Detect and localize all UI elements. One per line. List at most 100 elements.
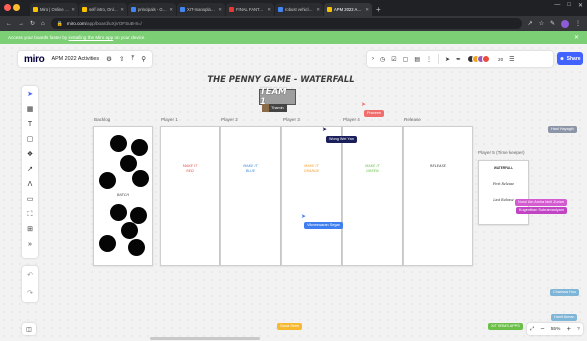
cursor-icon[interactable]: ➤ bbox=[445, 56, 450, 63]
browser-tab[interactable]: principals - Google Search✕ bbox=[128, 3, 176, 16]
close-tab-icon[interactable]: ✕ bbox=[71, 7, 75, 13]
shapes-icon[interactable]: ❖ bbox=[27, 150, 33, 159]
close-icon[interactable]: ✕ bbox=[574, 34, 579, 41]
user-avatar bbox=[262, 104, 269, 112]
notes-icon[interactable]: ▤ bbox=[414, 56, 420, 63]
penny-coin[interactable] bbox=[110, 135, 127, 152]
team-label[interactable]: TEAM 1 bbox=[259, 87, 296, 107]
close-tab-icon[interactable]: ✕ bbox=[267, 7, 271, 13]
browser-tab[interactable]: FINAL FANTASY VII Re...✕ bbox=[226, 3, 274, 16]
help-icon[interactable]: ? bbox=[577, 327, 580, 332]
zoom-in-button[interactable]: + bbox=[567, 326, 571, 333]
share-icon[interactable]: ↗ bbox=[528, 20, 533, 27]
url-input[interactable]: 🔒 miro.com/app/board/uXjVOFSuB-8=/ bbox=[50, 18, 522, 29]
comment-icon[interactable]: ▭ bbox=[27, 195, 34, 204]
player-4-panel[interactable]: MAKE IT GREEN bbox=[342, 126, 403, 266]
collaborator-count[interactable]: 20 bbox=[498, 57, 503, 62]
penny-coin[interactable] bbox=[132, 170, 149, 187]
browser-tab-strip: Miro | Online Whiteboard✕self intro, Onl… bbox=[0, 0, 587, 16]
player-2-panel[interactable]: MAKE IT BLUE bbox=[220, 126, 281, 266]
browser-tab[interactable]: Miro | Online Whiteboard✕ bbox=[30, 3, 78, 16]
collaborator-avatars[interactable] bbox=[467, 55, 491, 63]
close-window-icon[interactable]: ✕ bbox=[578, 2, 583, 9]
text-tool-icon[interactable]: T bbox=[28, 120, 32, 129]
close-tab-icon[interactable]: ✕ bbox=[169, 7, 173, 13]
more-icon[interactable]: ⋮ bbox=[426, 56, 432, 63]
minimize-icon[interactable]: — bbox=[554, 2, 560, 9]
timekeeper-card[interactable]: WATERFALL First Release Last Release bbox=[478, 160, 529, 225]
new-tab-button[interactable]: + bbox=[376, 3, 381, 16]
close-tab-icon[interactable]: ✕ bbox=[120, 7, 124, 13]
back-icon[interactable]: ← bbox=[6, 21, 12, 27]
penny-coin[interactable] bbox=[131, 139, 148, 156]
player-3-panel[interactable]: MAKE IT ORANGE bbox=[281, 126, 342, 266]
sticky-note-icon[interactable]: ▢ bbox=[27, 135, 34, 144]
templates-icon[interactable]: ▦ bbox=[27, 105, 34, 114]
team-user-tag: Thamin bbox=[262, 104, 287, 112]
tab-title: Miro | Online Whiteboard bbox=[40, 7, 69, 12]
close-tab-icon[interactable]: ✕ bbox=[218, 7, 222, 13]
penny-coin[interactable] bbox=[110, 204, 127, 221]
cursor-icon: ➤ bbox=[361, 102, 367, 108]
share-button[interactable]: ☻ Share bbox=[557, 52, 583, 65]
video-icon[interactable]: ▢ bbox=[403, 56, 409, 63]
maximize-icon[interactable]: □ bbox=[567, 2, 571, 9]
backlog-panel[interactable]: BATCH bbox=[93, 126, 153, 266]
close-tab-icon[interactable]: ✕ bbox=[365, 7, 369, 13]
penny-coin[interactable] bbox=[130, 207, 147, 224]
more-tools-icon[interactable]: » bbox=[28, 240, 32, 249]
vote-icon[interactable]: ☑ bbox=[391, 56, 396, 63]
board-panel-toggle[interactable]: ◫ bbox=[22, 323, 36, 335]
extensions-icon[interactable]: ✎ bbox=[550, 20, 555, 27]
zoom-level[interactable]: 55% bbox=[551, 327, 561, 332]
export-icon[interactable]: ⤒ bbox=[131, 55, 134, 63]
board-canvas[interactable]: miro APM 2022 Activities ⚙ ⇧ ⤒ ⚲ › ◷ ☑ ▢… bbox=[0, 44, 587, 341]
close-tab-icon[interactable]: ✕ bbox=[316, 7, 320, 13]
release-panel[interactable]: RELEASE bbox=[403, 126, 473, 266]
search-icon[interactable]: ⚲ bbox=[141, 55, 146, 63]
home-icon[interactable]: ⌂ bbox=[41, 21, 45, 27]
reactions-icon[interactable]: ✒ bbox=[456, 56, 461, 63]
player-1-panel[interactable]: MAKE IT RED bbox=[160, 126, 220, 266]
fit-to-screen-icon[interactable]: ⤢ bbox=[530, 326, 534, 332]
install-app-link[interactable]: installing the Miro app bbox=[69, 35, 114, 40]
menu-icon[interactable]: ⋮ bbox=[575, 20, 581, 27]
browser-tab[interactable]: robust vehicle - Google...✕ bbox=[275, 3, 323, 16]
star-icon[interactable]: ☆ bbox=[539, 20, 544, 27]
miro-logo[interactable]: miro bbox=[24, 54, 45, 65]
timer-icon[interactable]: ◷ bbox=[380, 56, 385, 63]
menu-icon[interactable]: ☰ bbox=[509, 56, 514, 63]
creation-toolbar: ➤ ▦ T ▢ ❖ ↗ Λ ▭ ⛶ ⊞ » bbox=[22, 86, 38, 258]
penny-coin[interactable] bbox=[120, 155, 137, 172]
penny-coin[interactable] bbox=[128, 239, 145, 256]
favicon-icon bbox=[229, 7, 234, 12]
upload-icon[interactable]: ⇧ bbox=[119, 55, 124, 63]
share-label: Share bbox=[566, 55, 581, 62]
settings-icon[interactable]: ⚙ bbox=[106, 55, 112, 63]
lock-icon: 🔒 bbox=[56, 20, 63, 27]
release-text: RELEASE bbox=[429, 164, 447, 168]
browser-tab[interactable]: self intro, Online Whitebo...✕ bbox=[79, 3, 127, 16]
more-apps-icon[interactable]: › bbox=[372, 56, 374, 62]
upload-tool-icon[interactable]: ⊞ bbox=[27, 225, 33, 234]
reload-icon[interactable]: ↻ bbox=[30, 20, 35, 27]
pen-icon[interactable]: Λ bbox=[28, 180, 33, 189]
penny-coin[interactable] bbox=[99, 172, 116, 189]
player-3-instruction: MAKE IT ORANGE bbox=[303, 164, 320, 174]
penny-coin[interactable] bbox=[99, 235, 116, 252]
connection-line-icon[interactable]: ↗ bbox=[27, 165, 33, 174]
banner-text-prefix: Access your boards faster by bbox=[8, 35, 68, 40]
board-name[interactable]: APM 2022 Activities bbox=[51, 56, 99, 62]
zoom-out-button[interactable]: − bbox=[540, 326, 544, 333]
frame-icon[interactable]: ⛶ bbox=[28, 210, 33, 219]
forward-icon[interactable]: → bbox=[18, 21, 24, 27]
undo-icon[interactable]: ↶ bbox=[27, 271, 33, 279]
profile-icon[interactable] bbox=[561, 19, 569, 28]
select-tool-icon[interactable]: ➤ bbox=[27, 90, 33, 99]
horizontal-scrollbar[interactable] bbox=[150, 337, 260, 340]
browser-tab[interactable]: APM 2022 Activities, Onl...✕ bbox=[324, 3, 372, 16]
collaborator-avatar[interactable] bbox=[482, 55, 491, 63]
redo-icon[interactable]: ↷ bbox=[27, 289, 33, 297]
browser-tab[interactable]: XIT-manoplanned - Goo...✕ bbox=[177, 3, 225, 16]
penny-coin[interactable] bbox=[121, 222, 138, 239]
